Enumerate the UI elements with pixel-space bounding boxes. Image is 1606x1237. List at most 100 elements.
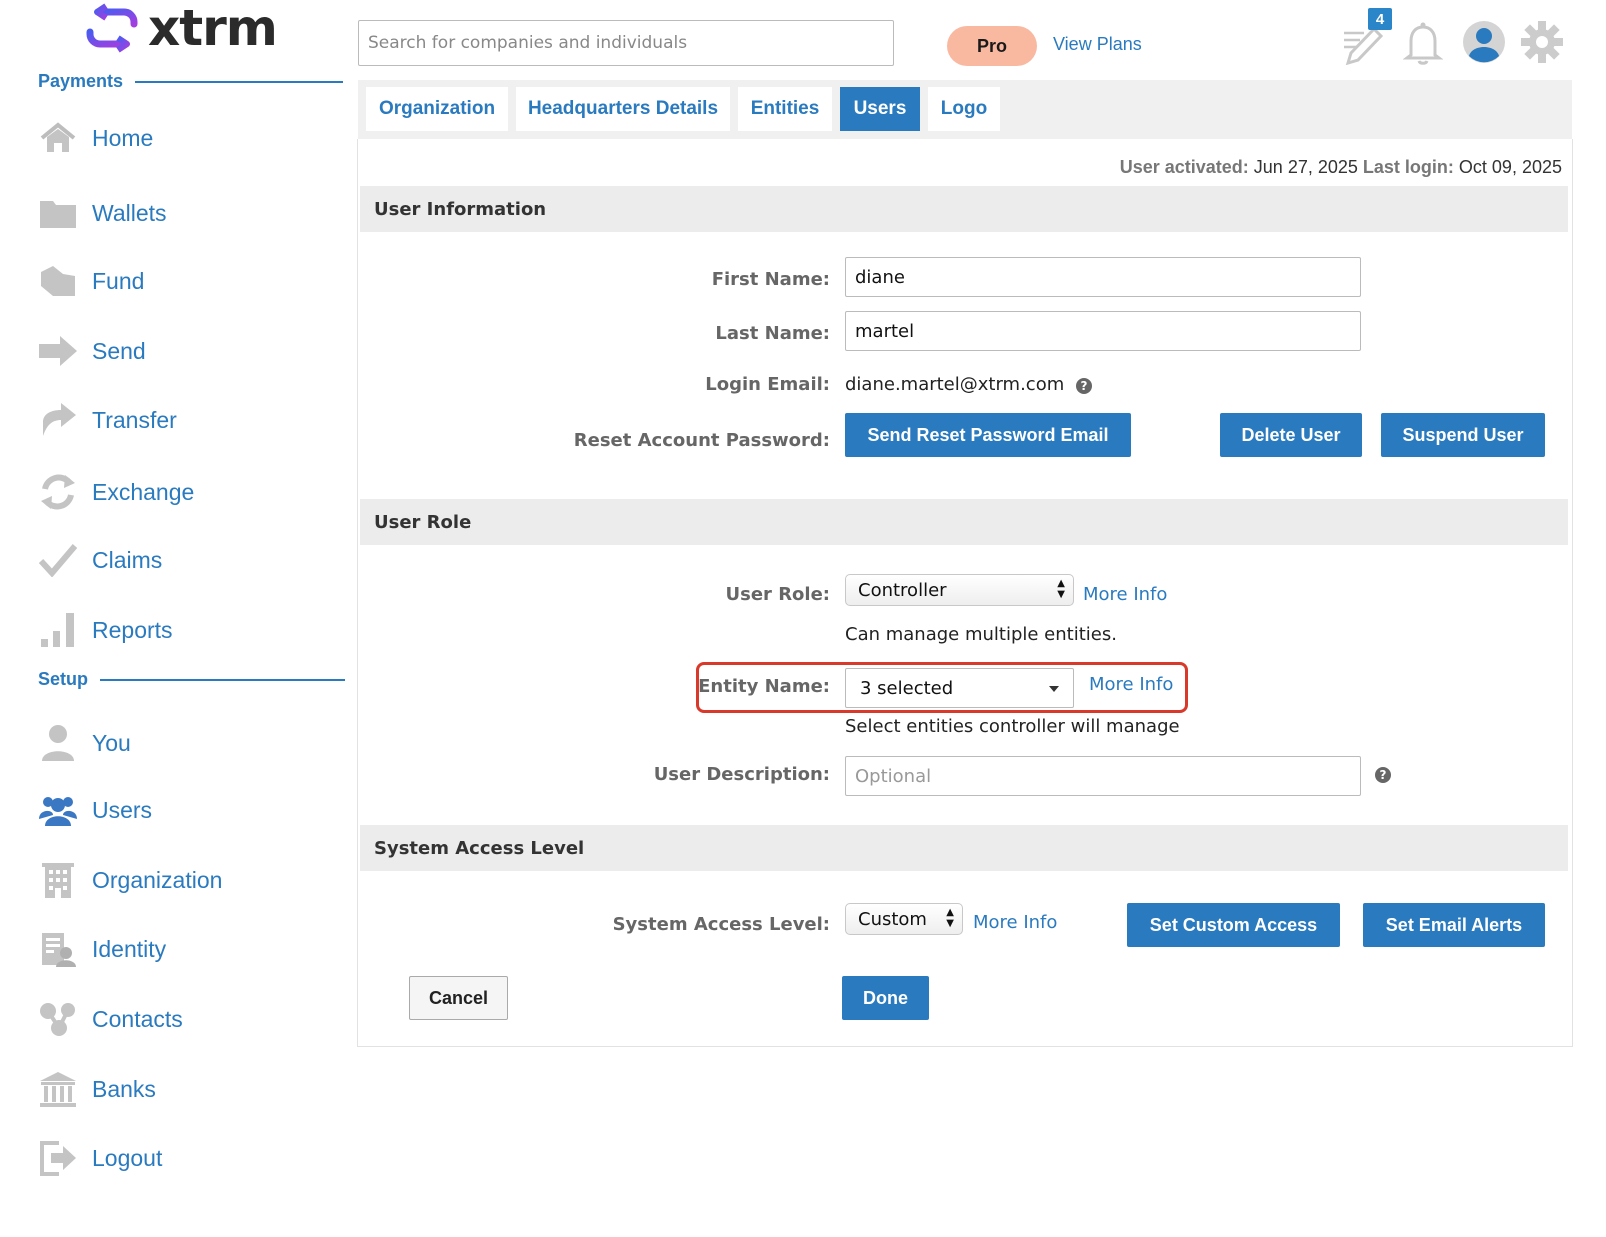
settings-tab-bar: Organization Headquarters Details Entiti… bbox=[358, 80, 1572, 139]
bar-chart-icon bbox=[38, 610, 78, 650]
select-arrows-icon: ▲ ▼ bbox=[1057, 578, 1065, 600]
entity-more-info-link[interactable]: More Info bbox=[1089, 674, 1173, 695]
first-name-label: First Name: bbox=[711, 269, 830, 290]
section-divider bbox=[100, 678, 346, 681]
entity-name-label: Entity Name: bbox=[698, 676, 830, 697]
send-arrow-icon bbox=[38, 331, 78, 371]
checkmark-icon bbox=[38, 540, 78, 580]
fund-icon bbox=[38, 261, 78, 301]
tab-users[interactable]: Users bbox=[840, 87, 920, 131]
gear-icon[interactable] bbox=[1520, 20, 1564, 64]
sidebar-item-label: Home bbox=[92, 124, 154, 151]
entity-selected-count: 3 selected bbox=[860, 677, 954, 699]
suspend-user-button[interactable]: Suspend User bbox=[1381, 413, 1545, 457]
sidebar-item-label: Contacts bbox=[92, 1005, 183, 1032]
user-role-label: User Role: bbox=[725, 584, 830, 605]
system-access-label: System Access Level: bbox=[612, 914, 830, 935]
tab-organization[interactable]: Organization bbox=[366, 87, 508, 131]
sidebar-item-label: Organization bbox=[92, 866, 223, 893]
bank-icon bbox=[38, 1069, 78, 1109]
sidebar-item-label: Transfer bbox=[92, 406, 177, 433]
sidebar-item-fund[interactable]: Fund bbox=[38, 259, 144, 303]
contacts-icon bbox=[38, 999, 78, 1039]
sidebar-item-label: Users bbox=[92, 796, 153, 823]
home-icon bbox=[38, 118, 78, 158]
delete-user-button[interactable]: Delete User bbox=[1220, 413, 1362, 457]
section-divider bbox=[135, 80, 344, 83]
sidebar-item-claims[interactable]: Claims bbox=[38, 538, 162, 582]
folder-icon bbox=[38, 193, 78, 233]
sidebar-item-label: Wallets bbox=[92, 199, 167, 226]
search-input[interactable] bbox=[358, 20, 894, 66]
chevron-down-icon bbox=[1049, 686, 1059, 692]
identity-icon bbox=[38, 929, 78, 969]
login-email-value: diane.martel@xtrm.com bbox=[845, 374, 1065, 395]
person-icon bbox=[38, 723, 78, 763]
sidebar-item-label: Exchange bbox=[92, 478, 195, 505]
system-access-heading: System Access Level bbox=[360, 825, 1568, 871]
sidebar-item-transfer[interactable]: Transfer bbox=[38, 398, 177, 442]
last-name-label: Last Name: bbox=[715, 323, 830, 344]
xtrm-logo[interactable]: xtrm bbox=[84, 0, 278, 57]
sidebar-item-logout[interactable]: Logout bbox=[38, 1136, 162, 1180]
sidebar-item-exchange[interactable]: Exchange bbox=[38, 470, 194, 514]
send-reset-password-button[interactable]: Send Reset Password Email bbox=[845, 413, 1131, 457]
help-icon[interactable]: ? bbox=[1076, 378, 1092, 394]
user-activity-status: User activated: Jun 27, 2025 Last login:… bbox=[1120, 157, 1562, 178]
system-access-select[interactable]: Custom ▲ ▼ bbox=[845, 903, 963, 935]
sidebar-item-banks[interactable]: Banks bbox=[38, 1067, 156, 1111]
sidebar-item-label: Send bbox=[92, 337, 146, 364]
logout-icon bbox=[38, 1138, 78, 1178]
last-login-label: Last login: bbox=[1362, 157, 1454, 177]
sidebar-item-label: Reports bbox=[92, 616, 173, 643]
sidebar-item-label: Banks bbox=[92, 1075, 156, 1102]
sidebar-item-identity[interactable]: Identity bbox=[38, 927, 166, 971]
entity-name-dropdown[interactable]: 3 selected bbox=[845, 668, 1074, 708]
sidebar-item-users[interactable]: Users bbox=[38, 788, 152, 832]
user-description-field[interactable] bbox=[845, 756, 1361, 796]
user-role-description: Can manage multiple entities. bbox=[845, 624, 1117, 645]
done-button[interactable]: Done bbox=[842, 976, 929, 1020]
first-name-field[interactable] bbox=[845, 257, 1361, 297]
tab-headquarters-details[interactable]: Headquarters Details bbox=[516, 87, 730, 131]
profile-avatar-icon[interactable] bbox=[1462, 20, 1506, 64]
set-email-alerts-button[interactable]: Set Email Alerts bbox=[1363, 903, 1545, 947]
sidebar-item-send[interactable]: Send bbox=[38, 329, 146, 373]
user-role-select[interactable]: Controller ▲ ▼ bbox=[845, 574, 1074, 606]
logo-wordmark: xtrm bbox=[148, 0, 278, 57]
tab-logo[interactable]: Logo bbox=[928, 87, 1000, 131]
cancel-button[interactable]: Cancel bbox=[409, 976, 508, 1020]
sidebar-item-contacts[interactable]: Contacts bbox=[38, 997, 183, 1041]
activated-label: User activated: bbox=[1119, 157, 1249, 177]
last-name-field[interactable] bbox=[845, 311, 1361, 351]
tab-entities[interactable]: Entities bbox=[738, 87, 832, 131]
building-icon bbox=[38, 860, 78, 900]
sidebar-item-home[interactable]: Home bbox=[38, 116, 153, 160]
sidebar-item-wallets[interactable]: Wallets bbox=[38, 191, 167, 235]
sidebar-item-label: Claims bbox=[92, 546, 163, 573]
transfer-icon bbox=[38, 400, 78, 440]
reset-password-label: Reset Account Password: bbox=[573, 430, 830, 451]
payments-section-heading: Payments bbox=[38, 71, 344, 92]
bell-icon[interactable] bbox=[1403, 20, 1443, 66]
user-role-more-info-link[interactable]: More Info bbox=[1083, 584, 1167, 605]
sidebar-item-label: Logout bbox=[92, 1144, 163, 1171]
sidebar-item-reports[interactable]: Reports bbox=[38, 608, 173, 652]
sidebar-item-you[interactable]: You bbox=[38, 721, 131, 765]
help-icon[interactable]: ? bbox=[1375, 767, 1391, 783]
logo-mark-icon bbox=[86, 3, 138, 53]
login-email-label: Login Email: bbox=[705, 374, 830, 395]
set-custom-access-button[interactable]: Set Custom Access bbox=[1127, 903, 1340, 947]
user-edit-panel: User activated: Jun 27, 2025 Last login:… bbox=[357, 139, 1573, 1047]
system-access-selected-value: Custom bbox=[858, 908, 927, 930]
payments-heading-label: Payments bbox=[38, 71, 124, 91]
system-access-more-info-link[interactable]: More Info bbox=[973, 912, 1057, 933]
sidebar-item-organization[interactable]: Organization bbox=[38, 858, 222, 902]
last-login-date: Oct 09, 2025 bbox=[1458, 157, 1562, 177]
notes-count-badge: 4 bbox=[1368, 8, 1392, 30]
users-group-icon bbox=[38, 790, 78, 830]
sidebar-item-label: You bbox=[92, 729, 131, 756]
view-plans-link[interactable]: View Plans bbox=[1053, 34, 1142, 55]
activated-date: Jun 27, 2025 bbox=[1253, 157, 1358, 177]
plan-badge: Pro bbox=[947, 26, 1037, 66]
